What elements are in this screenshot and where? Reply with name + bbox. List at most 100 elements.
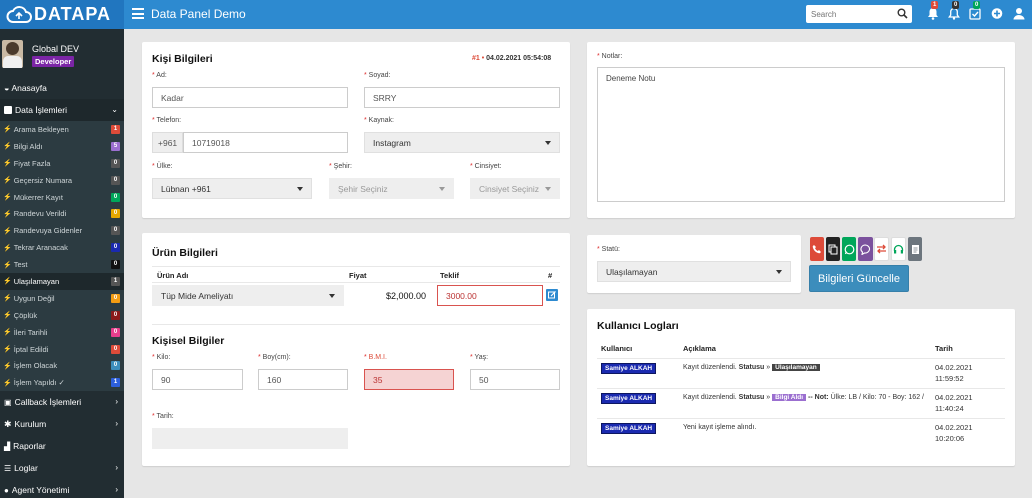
sidebar-item-label: Kurulum xyxy=(14,419,47,430)
whatsapp-icon[interactable] xyxy=(842,237,856,261)
user-badge: Samiye ALKAH xyxy=(601,393,657,404)
sidebar-item-label: Agent Yönetimi xyxy=(11,485,70,496)
sidebar-item-agents[interactable]: ● Agent Yönetimi › xyxy=(0,479,124,498)
table-divider xyxy=(152,266,560,267)
sidebar-subitem[interactable]: ⚡ Uygun Değil 0 xyxy=(0,289,124,307)
sidebar-subitem[interactable]: ⚡ Bilgi Aldı 5 xyxy=(0,137,124,155)
last-name-field[interactable]: SRRY xyxy=(364,87,560,108)
chevron-right-icon: › xyxy=(115,397,118,407)
logo[interactable]: DATAPA xyxy=(0,0,124,29)
notification-badge: 1 xyxy=(931,1,939,9)
bolt-icon: ⚡ xyxy=(3,177,12,185)
date-field[interactable] xyxy=(152,428,348,449)
sidebar-item-data-operations[interactable]: Data İşlemleri ⌄ xyxy=(0,99,124,121)
count-badge: 0 xyxy=(111,327,120,337)
source-select[interactable]: Instagram xyxy=(364,132,560,153)
col-user: Kullanıcı xyxy=(601,344,633,353)
sidebar-item-setup[interactable]: ✱ Kurulum › xyxy=(0,413,124,435)
sidebar-subitem[interactable]: ⚡ İptal Edildi 0 xyxy=(0,340,124,358)
status-select[interactable]: Ulaşılamayan xyxy=(597,261,791,282)
bmi-field[interactable]: 35 xyxy=(364,369,454,390)
top-navbar: DATAPA Data Panel Demo 1 0 0 xyxy=(0,0,1032,29)
viber-icon[interactable] xyxy=(858,237,873,261)
update-info-button[interactable]: Bilgileri Güncelle xyxy=(809,265,909,292)
sidebar-subitem[interactable]: ⚡ Randevu Verildi 0 xyxy=(0,205,124,223)
sidebar-item-reports[interactable]: ▟ Raporlar xyxy=(0,435,124,457)
dashboard-icon: ◒ xyxy=(4,83,10,93)
product-title: Ürün Bilgileri xyxy=(152,247,218,259)
user-icon[interactable] xyxy=(1013,7,1025,20)
sidebar-subitem[interactable]: ⚡ Test 0 xyxy=(0,256,124,274)
search-icon[interactable] xyxy=(897,8,908,19)
table-divider xyxy=(152,282,560,283)
transfer-icon[interactable] xyxy=(874,237,889,261)
status-label: * Statü: xyxy=(597,246,620,253)
sidebar-item-callback[interactable]: ▣ Callback İşlemleri › xyxy=(0,391,124,413)
bell-outline-icon[interactable]: 0 xyxy=(948,1,960,20)
table-row-divider xyxy=(597,388,1005,389)
task-badge: 0 xyxy=(973,1,981,9)
sidebar-subitem[interactable]: ⚡ Arama Bekleyen 1 xyxy=(0,121,124,138)
sidebar-subitem[interactable]: ⚡ Geçersiz Numara 0 xyxy=(0,171,124,189)
log-date: 04.02.2021 11:40:24 xyxy=(935,393,973,413)
notes-textarea[interactable]: Deneme Notu xyxy=(597,67,1005,202)
count-badge: 0 xyxy=(111,226,120,236)
check-square-icon[interactable]: 0 xyxy=(969,1,981,20)
sidebar-subitem[interactable]: ⚡ Tekrar Aranacak 0 xyxy=(0,239,124,257)
sidebar-subitem[interactable]: ⚡ Fiyat Fazla 0 xyxy=(0,154,124,172)
user-badge: Samiye ALKAH xyxy=(601,423,657,434)
sidebar-subitem-label: İşlem Yapıldı ✓ xyxy=(13,378,65,388)
count-badge: 0 xyxy=(111,293,120,303)
phone-field[interactable]: 10719018 xyxy=(183,132,348,153)
avatar xyxy=(2,40,23,68)
bell-icon[interactable]: 1 xyxy=(927,1,939,20)
bmi-label: * B.M.I. xyxy=(364,354,387,361)
sidebar-subitem[interactable]: ⚡ Mükerrer Kayıt 0 xyxy=(0,188,124,206)
record-info: #1 • 04.02.2021 05:54:08 xyxy=(472,55,552,62)
sidebar-subitem[interactable]: ⚡ Randevuya Gidenler 0 xyxy=(0,222,124,240)
sidebar-subitem[interactable]: ⚡ Çöplük 0 xyxy=(0,306,124,324)
sidebar-subitem-label: Fiyat Fazla xyxy=(13,158,51,168)
sidebar-item-logs[interactable]: ☰ Loglar › xyxy=(0,457,124,479)
col-price: Fiyat xyxy=(349,271,367,280)
log-date: 04.02.2021 11:59:52 xyxy=(935,363,973,383)
chevron-right-icon: › xyxy=(115,463,118,473)
age-field[interactable]: 50 xyxy=(470,369,560,390)
document-icon[interactable] xyxy=(908,237,922,261)
gear-icon: ✱ xyxy=(4,418,12,429)
product-select[interactable]: Tüp Mide Ameliyatı xyxy=(152,285,344,306)
caret-down-icon xyxy=(297,187,303,191)
section-divider xyxy=(152,324,560,325)
city-select[interactable]: Şehir Seçiniz xyxy=(329,178,454,199)
log-date: 04.02.2021 10:20:06 xyxy=(935,423,973,443)
headset-icon[interactable] xyxy=(891,237,906,261)
offer-field[interactable]: 3000.00 xyxy=(437,285,543,306)
log-description: Kayıt düzenlendi. Statusu » Ulaşılamayan xyxy=(683,362,928,373)
search-input[interactable] xyxy=(806,5,894,23)
logo-text: DATAPA xyxy=(34,4,111,24)
sidebar-subitem[interactable]: ⚡ Ulaşılamayan 1 xyxy=(0,273,124,290)
menu-toggle-icon[interactable] xyxy=(132,8,144,19)
height-field[interactable]: 160 xyxy=(258,369,348,390)
sidebar-subitem[interactable]: ⚡ İleri Tarihli 0 xyxy=(0,323,124,341)
plus-circle-icon[interactable] xyxy=(991,7,1003,20)
user-role-badge: Developer xyxy=(32,56,75,67)
phone-icon[interactable] xyxy=(810,237,824,261)
age-label: * Yaş: xyxy=(470,354,489,361)
record-number: #1 xyxy=(472,55,480,62)
weight-field[interactable]: 90 xyxy=(152,369,243,390)
sidebar-subitem[interactable]: ⚡ İşlem Yapıldı ✓ 1 xyxy=(0,374,124,392)
sidebar-subitem[interactable]: ⚡ İşlem Olacak 0 xyxy=(0,357,124,375)
copy-icon[interactable] xyxy=(826,237,840,261)
bolt-icon: ⚡ xyxy=(3,126,12,134)
gender-select[interactable]: Cinsiyet Seçiniz xyxy=(470,178,560,199)
country-select[interactable]: Lübnan +961 xyxy=(152,178,312,199)
sidebar-item-home[interactable]: ◒ Anasayfa xyxy=(0,77,124,99)
first-name-field[interactable]: Kadar xyxy=(152,87,348,108)
edit-icon[interactable] xyxy=(546,289,558,301)
weight-label: * Kilo: xyxy=(152,354,171,361)
bolt-icon: ⚡ xyxy=(3,346,12,354)
status-tag: Ulaşılamayan xyxy=(772,364,820,371)
person-info-title: Kişi Bilgileri xyxy=(152,53,213,65)
col-description: Açıklama xyxy=(683,344,716,353)
